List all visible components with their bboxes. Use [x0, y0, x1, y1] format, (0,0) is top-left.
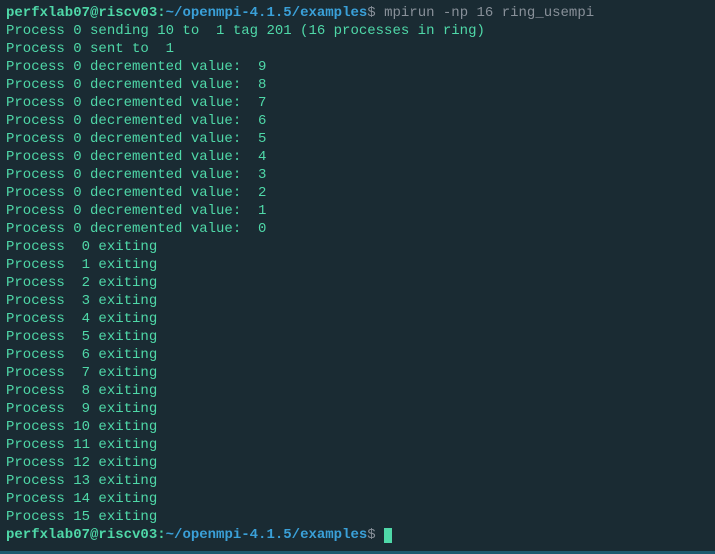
output-line: Process 0 decremented value: 0 [6, 220, 709, 238]
output-line: Process 12 exiting [6, 454, 709, 472]
prompt-dollar: $ [367, 5, 375, 21]
output-line: Process 8 exiting [6, 382, 709, 400]
cursor-icon [384, 528, 392, 543]
output-line: Process 0 exiting [6, 238, 709, 256]
output-line: Process 0 decremented value: 5 [6, 130, 709, 148]
output-line: Process 2 exiting [6, 274, 709, 292]
output-line: Process 4 exiting [6, 310, 709, 328]
output-line: Process 0 decremented value: 2 [6, 184, 709, 202]
output-line: Process 0 sending 10 to 1 tag 201 (16 pr… [6, 22, 709, 40]
output-line: Process 0 decremented value: 8 [6, 76, 709, 94]
prompt-path: ~/openmpi-4.1.5/examples [166, 527, 368, 543]
prompt-line-2: perfxlab07@riscv03:~/openmpi-4.1.5/examp… [6, 526, 709, 544]
output-line: Process 1 exiting [6, 256, 709, 274]
prompt-line-1: perfxlab07@riscv03:~/openmpi-4.1.5/examp… [6, 4, 709, 22]
output-line: Process 13 exiting [6, 472, 709, 490]
prompt-user: perfxlab07@riscv03 [6, 5, 157, 21]
output-line: Process 10 exiting [6, 418, 709, 436]
output-line: Process 14 exiting [6, 490, 709, 508]
output-line: Process 3 exiting [6, 292, 709, 310]
output-line: Process 9 exiting [6, 400, 709, 418]
output-line: Process 7 exiting [6, 364, 709, 382]
output-line: Process 0 sent to 1 [6, 40, 709, 58]
output-line: Process 0 decremented value: 6 [6, 112, 709, 130]
command-text: mpirun -np 16 ring_usempi [376, 5, 594, 21]
prompt-colon: : [157, 5, 165, 21]
output-line: Process 0 decremented value: 3 [6, 166, 709, 184]
output-line: Process 0 decremented value: 4 [6, 148, 709, 166]
prompt-dollar: $ [367, 527, 375, 543]
prompt-colon: : [157, 527, 165, 543]
output-line: Process 0 decremented value: 7 [6, 94, 709, 112]
output-line: Process 11 exiting [6, 436, 709, 454]
prompt-space [376, 527, 384, 543]
prompt-user: perfxlab07@riscv03 [6, 527, 157, 543]
output-line: Process 15 exiting [6, 508, 709, 526]
output-line: Process 0 decremented value: 1 [6, 202, 709, 220]
output-line: Process 0 decremented value: 9 [6, 58, 709, 76]
prompt-path: ~/openmpi-4.1.5/examples [166, 5, 368, 21]
terminal[interactable]: perfxlab07@riscv03:~/openmpi-4.1.5/examp… [6, 4, 709, 544]
output-line: Process 6 exiting [6, 346, 709, 364]
output-line: Process 5 exiting [6, 328, 709, 346]
